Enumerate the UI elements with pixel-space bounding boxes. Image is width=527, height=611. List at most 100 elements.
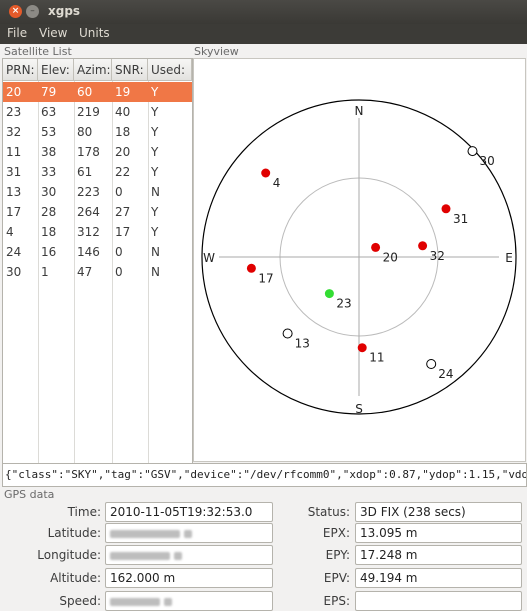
cell-elev: 30 (41, 185, 57, 199)
cell-elev: 1 (41, 265, 49, 279)
gps-field-eps[interactable] (355, 591, 522, 611)
gps-label-status: Status: (307, 505, 350, 519)
satellite-label-24: 24 (438, 367, 453, 381)
cell-used: N (151, 245, 160, 259)
gps-label-latitude: Latitude: (47, 526, 101, 540)
cell-snr: 22 (115, 165, 131, 179)
cell-azim: 223 (77, 185, 100, 199)
title-bar: × – xgps (0, 0, 527, 24)
close-window-icon[interactable]: × (9, 5, 22, 18)
cell-azim: 312 (77, 225, 100, 239)
table-row[interactable]: 24 16 146 0 N (3, 242, 192, 262)
satellite-label-20: 20 (383, 250, 398, 264)
cell-snr: 19 (115, 85, 131, 99)
cell-prn: 24 (6, 245, 22, 259)
compass-s: S (355, 402, 363, 416)
cell-azim: 60 (77, 85, 93, 99)
cell-azim: 61 (77, 165, 93, 179)
cell-azim: 80 (77, 125, 93, 139)
gps-field-status[interactable]: 3D FIX (238 secs) (355, 502, 522, 522)
cell-used: N (151, 265, 160, 279)
cell-elev: 79 (41, 85, 57, 99)
gps-label-epy: EPY: (325, 548, 350, 562)
menu-file[interactable]: File (7, 26, 27, 40)
table-row[interactable]: 17 28 264 27 Y (3, 202, 192, 222)
satellite-label-13: 13 (295, 337, 310, 351)
window-title: xgps (48, 4, 81, 18)
cell-prn: 13 (6, 185, 22, 199)
cell-snr: 20 (115, 145, 131, 159)
gps-label-time: Time: (67, 505, 101, 519)
cell-azim: 178 (77, 145, 100, 159)
satellite-label-31: 31 (453, 212, 468, 226)
cell-used: Y (151, 85, 159, 99)
cell-used: Y (151, 225, 159, 239)
cell-snr: 40 (115, 105, 131, 119)
satellite-label-4: 4 (273, 176, 281, 190)
menu-view[interactable]: View (39, 26, 67, 40)
cell-used: Y (151, 105, 159, 119)
satellite-marker-32 (418, 241, 428, 251)
satellite-label-23: 23 (336, 297, 351, 311)
redacted-value (110, 551, 170, 560)
cell-azim: 219 (77, 105, 100, 119)
cell-snr: 0 (115, 245, 123, 259)
compass-e: E (505, 251, 513, 265)
cell-snr: 17 (115, 225, 131, 239)
satellite-label-17: 17 (258, 271, 273, 285)
satellite-marker-11 (357, 343, 367, 353)
satellite-list-label: Satellite List (4, 45, 72, 58)
satellite-marker-30 (467, 146, 478, 157)
cell-used: Y (151, 145, 159, 159)
gps-label-eps: EPS: (323, 594, 350, 608)
cell-prn: 23 (6, 105, 22, 119)
satellite-label-32: 32 (430, 249, 445, 263)
table-row[interactable]: 20 79 60 19 Y (3, 82, 192, 102)
table-row[interactable]: 32 53 80 18 Y (3, 122, 192, 142)
cell-prn: 4 (6, 225, 14, 239)
gps-label-epx: EPX: (322, 526, 350, 540)
column-header-elev[interactable]: Elev: (38, 59, 74, 81)
cell-snr: 27 (115, 205, 131, 219)
cell-azim: 264 (77, 205, 100, 219)
gps-label-altitude: Altitude: (50, 571, 101, 585)
table-row[interactable]: 23 63 219 40 Y (3, 102, 192, 122)
cell-elev: 33 (41, 165, 57, 179)
menu-bar: File View Units (0, 24, 527, 44)
skyview-panel: N S W E 20 23 32 11 31 13 17 4 24 30 (193, 58, 526, 462)
gps-field-epv[interactable]: 49.194 m (355, 568, 522, 588)
cell-used: Y (151, 205, 159, 219)
table-row[interactable]: 11 38 178 20 Y (3, 142, 192, 162)
cell-prn: 32 (6, 125, 22, 139)
column-header-prn[interactable]: PRN: (3, 59, 38, 81)
cell-snr: 0 (115, 185, 123, 199)
table-row[interactable]: 30 1 47 0 N (3, 262, 192, 282)
table-row[interactable]: 4 18 312 17 Y (3, 222, 192, 242)
satellite-marker-17 (246, 263, 256, 273)
gps-data-label: GPS data (4, 488, 55, 501)
satellite-marker-24 (426, 359, 437, 369)
table-row[interactable]: 31 33 61 22 Y (3, 162, 192, 182)
redacted-value (110, 529, 180, 538)
column-header-azim[interactable]: Azim: (74, 59, 112, 81)
cell-snr: 18 (115, 125, 131, 139)
cell-elev: 53 (41, 125, 57, 139)
column-header-used[interactable]: Used: (148, 59, 192, 81)
table-row[interactable]: 13 30 223 0 N (3, 182, 192, 202)
cell-elev: 16 (41, 245, 57, 259)
gps-field-epx[interactable]: 13.095 m (355, 523, 522, 543)
redacted-value (174, 551, 182, 560)
menu-units[interactable]: Units (79, 26, 110, 40)
cell-prn: 20 (6, 85, 22, 99)
gps-field-epy[interactable]: 17.248 m (355, 545, 522, 565)
cell-elev: 38 (41, 145, 57, 159)
satellite-list-table[interactable]: PRN: Elev: Azim: SNR: Used: 20 79 60 19 Y 23 6… (2, 58, 193, 464)
cell-snr: 0 (115, 265, 123, 279)
column-header-snr[interactable]: SNR: (112, 59, 148, 81)
cell-used: Y (151, 125, 159, 139)
gps-label-longitude: Longitude: (37, 548, 101, 562)
skyview-label: Skyview (194, 45, 239, 58)
minimize-window-icon[interactable]: – (26, 5, 39, 18)
raw-json-output[interactable]: {"class":"SKY","tag":"GSV","device":"/de… (2, 463, 527, 487)
satellite-marker-20 (371, 242, 381, 252)
